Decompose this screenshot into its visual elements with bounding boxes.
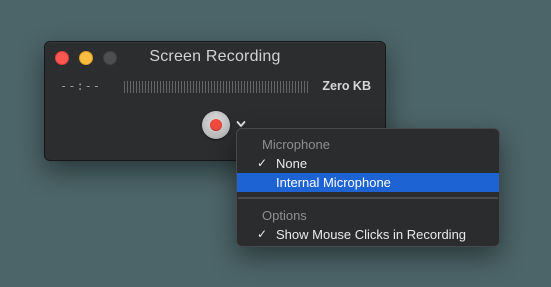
menu-separator	[238, 197, 498, 199]
menu-item-show-mouse-clicks[interactable]: ✓ Show Mouse Clicks in Recording	[237, 225, 499, 244]
checkmark-icon: ✓	[256, 227, 268, 241]
menu-item-internal-microphone[interactable]: Internal Microphone	[237, 173, 499, 192]
audio-level-meter	[124, 81, 309, 93]
record-icon	[210, 119, 222, 131]
window-title: Screen Recording	[149, 48, 281, 65]
checkmark-icon: ✓	[256, 156, 268, 170]
menu-section-header-microphone: Microphone	[262, 137, 330, 152]
recording-options-menu: Microphone ✓ None Internal Microphone Op…	[236, 128, 500, 247]
file-size: Zero KB	[322, 79, 371, 93]
menu-item-label: Internal Microphone	[276, 175, 391, 190]
menu-item-label: None	[276, 156, 308, 171]
elapsed-time: --:--	[60, 79, 102, 93]
menu-item-none[interactable]: ✓ None	[237, 154, 499, 173]
menu-item-label: Show Mouse Clicks in Recording	[276, 227, 467, 242]
menu-section-header-options: Options	[262, 208, 307, 223]
record-button[interactable]	[202, 111, 230, 139]
